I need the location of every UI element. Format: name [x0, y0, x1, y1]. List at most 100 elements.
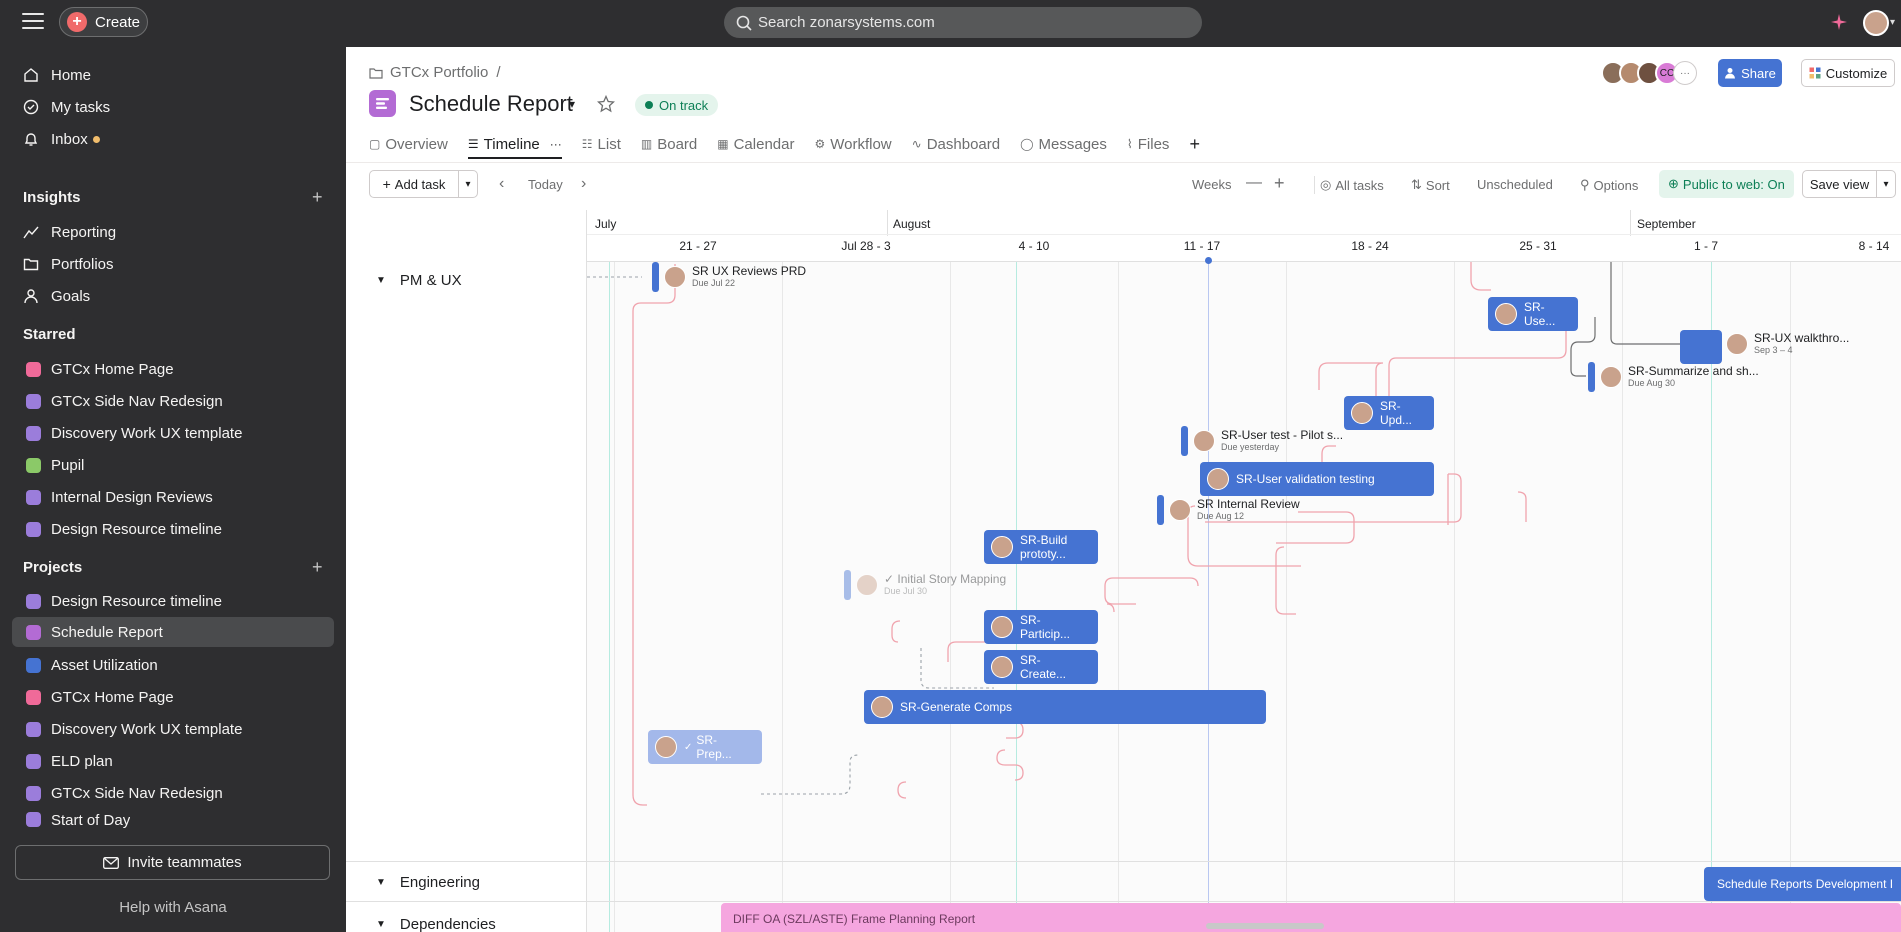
page-title[interactable]: Schedule Report: [409, 91, 573, 117]
milestone-marker: [1588, 362, 1595, 392]
project-item-active[interactable]: Schedule Report: [12, 617, 334, 647]
zoom-select[interactable]: Weeks: [1192, 177, 1232, 192]
milestone-task[interactable]: SR-Summarize and sh... Due Aug 30: [1588, 362, 1759, 392]
sidebar-item-goals[interactable]: Goals: [22, 283, 90, 309]
zoom-out-icon[interactable]: —: [1246, 174, 1262, 192]
task-bar[interactable]: SR-User validation testing: [1200, 462, 1434, 496]
project-item[interactable]: GTCx Side Nav Redesign: [26, 780, 223, 806]
tab-dashboard[interactable]: ∿ Dashboard: [912, 131, 1000, 157]
breadcrumb-portfolio[interactable]: GTCx Portfolio: [390, 64, 488, 81]
tab-board[interactable]: ▥ Board: [641, 131, 697, 157]
starred-item[interactable]: Pupil: [26, 452, 84, 478]
task-bar[interactable]: [1680, 330, 1722, 364]
milestone-task[interactable]: SR-UX walkthro... Sep 3 – 4: [1726, 332, 1849, 356]
project-item[interactable]: Discovery Work UX template: [26, 716, 242, 742]
project-item[interactable]: ELD plan: [26, 748, 113, 774]
starred-title[interactable]: Starred: [23, 326, 76, 343]
invite-teammates-button[interactable]: Invite teammates: [15, 845, 330, 880]
user-avatar[interactable]: [1863, 10, 1889, 36]
sidebar-item-home[interactable]: Home: [22, 62, 91, 88]
create-button[interactable]: + Create: [59, 7, 148, 37]
next-icon[interactable]: ›: [581, 175, 586, 193]
task-bar[interactable]: SR-Generate Comps: [864, 690, 1266, 724]
tab-calendar[interactable]: ▦ Calendar: [717, 131, 794, 157]
milestone-task[interactable]: SR-User test - Pilot s... Due yesterday: [1181, 426, 1343, 456]
star-icon[interactable]: [597, 95, 615, 113]
add-insight-icon[interactable]: +: [312, 187, 323, 208]
horizontal-scrollbar[interactable]: [1206, 923, 1324, 929]
task-bar[interactable]: SR- Particip...: [984, 610, 1098, 644]
share-label: Share: [1741, 65, 1776, 81]
task-title: SR Internal Review: [1197, 497, 1300, 511]
tab-files[interactable]: ⌇ Files: [1127, 131, 1170, 157]
project-item[interactable]: Start of Day: [26, 812, 130, 830]
options-button[interactable]: ⚲ Options: [1580, 177, 1638, 193]
starred-item[interactable]: Internal Design Reviews: [26, 484, 213, 510]
sort-button[interactable]: ⇅ Sort: [1411, 177, 1450, 193]
project-item[interactable]: Asset Utilization: [26, 652, 158, 678]
menu-icon[interactable]: [22, 13, 44, 31]
project-icon[interactable]: [369, 90, 396, 117]
save-view-button[interactable]: Save view: [1802, 170, 1877, 198]
tab-timeline[interactable]: ☰ Timeline ···: [467, 131, 562, 159]
sidebar-item-inbox[interactable]: Inbox: [22, 126, 100, 152]
tab-workflow[interactable]: ⚙ Workflow: [814, 131, 891, 157]
milestone-task[interactable]: SR Internal Review Due Aug 12: [1157, 495, 1300, 525]
section-engineering[interactable]: ▼ Engineering: [376, 874, 480, 891]
projects-title[interactable]: Projects: [23, 559, 82, 576]
milestone-task-completed[interactable]: ✓ Initial Story Mapping Due Jul 30: [844, 570, 1006, 600]
caret-down-icon[interactable]: ▼: [376, 275, 386, 286]
help-link[interactable]: Help with Asana: [0, 899, 346, 916]
sidebar-item-reporting[interactable]: Reporting: [22, 219, 116, 245]
save-view-dropdown[interactable]: ▾: [1876, 170, 1896, 198]
task-bar[interactable]: SR- Create...: [984, 650, 1098, 684]
status-badge[interactable]: On track: [635, 94, 719, 116]
tab-overview[interactable]: ▢ Overview: [369, 131, 448, 157]
member-avatars[interactable]: CC ···: [1601, 61, 1697, 85]
unread-dot: [92, 135, 100, 143]
all-tasks-filter[interactable]: ◎ All tasks: [1320, 177, 1384, 193]
caret-down-icon[interactable]: ▼: [376, 877, 386, 888]
task-bar-completed[interactable]: ✓ SR- Prep...: [648, 730, 762, 764]
section-dependencies[interactable]: ▼ Dependencies: [376, 916, 496, 932]
chevron-down-icon[interactable]: ▾: [569, 97, 575, 111]
section-pm-ux[interactable]: ▼ PM & UX: [376, 272, 462, 289]
caret-down-icon[interactable]: ▼: [376, 919, 386, 930]
add-project-icon[interactable]: +: [312, 557, 323, 578]
chevron-down-icon[interactable]: ▾: [1890, 17, 1895, 28]
public-to-web-toggle[interactable]: ⊕ Public to web: On: [1659, 170, 1794, 198]
task-bar[interactable]: SR- Upd...: [1344, 396, 1434, 430]
search-input[interactable]: Search zonarsystems.com: [724, 7, 1202, 38]
task-bar[interactable]: Schedule Reports Development I: [1704, 867, 1901, 901]
task-bar[interactable]: SR- Use...: [1488, 297, 1578, 331]
starred-item[interactable]: GTCx Side Nav Redesign: [26, 388, 223, 414]
sidebar-item-portfolios[interactable]: Portfolios: [22, 251, 114, 277]
project-item[interactable]: Design Resource timeline: [26, 588, 222, 614]
calendar-icon: ▦: [717, 137, 729, 151]
task-bar[interactable]: SR-Build prototy...: [984, 530, 1098, 564]
milestone-task[interactable]: SR UX Reviews PRD Due Jul 22: [652, 262, 806, 292]
prev-icon[interactable]: ‹: [499, 175, 504, 193]
insights-title[interactable]: Insights: [23, 189, 81, 206]
add-task-button[interactable]: + Add task: [369, 170, 459, 198]
share-button[interactable]: Share: [1718, 59, 1782, 87]
tab-list[interactable]: ☷ List: [582, 131, 621, 157]
today-button[interactable]: Today: [528, 177, 563, 192]
unscheduled-button[interactable]: Unscheduled: [1477, 177, 1553, 192]
task-title: SR-UX walkthro...: [1754, 331, 1850, 345]
tab-more-icon[interactable]: ···: [550, 137, 562, 151]
sparkle-icon[interactable]: [1830, 13, 1848, 31]
add-tab-icon[interactable]: +: [1189, 131, 1200, 157]
customize-button[interactable]: Customize: [1801, 59, 1895, 87]
project-item[interactable]: GTCx Home Page: [26, 684, 174, 710]
plus-icon: +: [382, 176, 391, 192]
check-icon: ✓: [884, 572, 898, 586]
sidebar-item-my-tasks[interactable]: My tasks: [22, 94, 110, 120]
add-task-dropdown[interactable]: ▾: [458, 170, 478, 198]
more-members-icon[interactable]: ···: [1673, 61, 1697, 85]
zoom-in-icon[interactable]: +: [1274, 173, 1285, 194]
starred-item[interactable]: Discovery Work UX template: [26, 420, 242, 446]
starred-item[interactable]: Design Resource timeline: [26, 516, 222, 542]
starred-item[interactable]: GTCx Home Page: [26, 356, 174, 382]
tab-messages[interactable]: ◯ Messages: [1020, 131, 1107, 157]
